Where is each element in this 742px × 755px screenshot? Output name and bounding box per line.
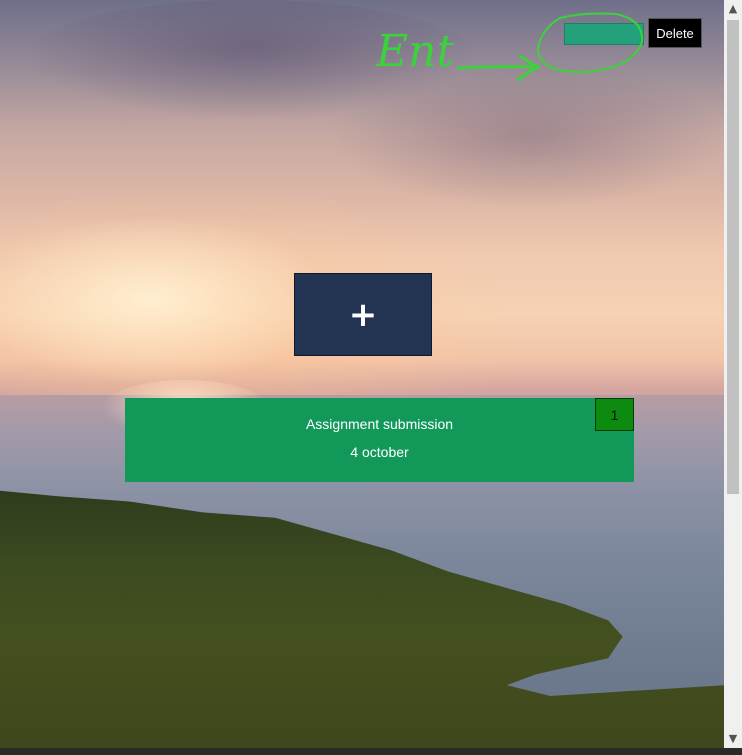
chevron-up-icon[interactable]: ▲ [724, 0, 742, 18]
bottom-bar [0, 748, 742, 755]
task-card: Assignment submission 4 october 1 [125, 398, 634, 482]
chevron-down-icon[interactable]: ▼ [724, 730, 742, 748]
background-image: Delete Ent + Assignment submission 4 oct… [0, 0, 724, 748]
task-date: 4 october [350, 444, 409, 460]
delete-button[interactable]: Delete [648, 18, 702, 48]
task-number-button[interactable]: 1 [595, 398, 634, 431]
scroll-thumb[interactable] [727, 20, 739, 494]
vertical-scrollbar[interactable]: ▲ ▼ [724, 0, 742, 748]
add-task-button[interactable]: + [294, 273, 432, 356]
task-title: Assignment submission [305, 416, 454, 432]
annotation-arrow-icon [456, 12, 644, 82]
